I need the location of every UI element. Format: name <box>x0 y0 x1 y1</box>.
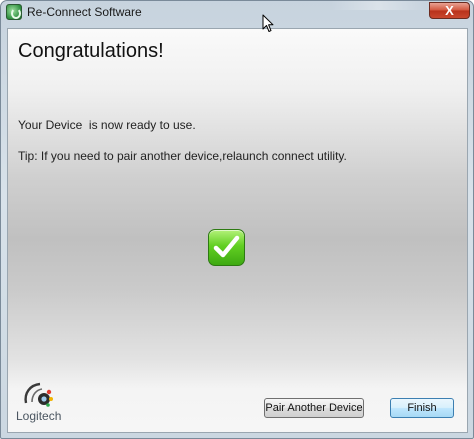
mouse-cursor-icon <box>262 14 274 32</box>
logitech-wordmark: Logitech <box>16 409 62 423</box>
dialog-window: Re-Connect Software X Congratulations! Y… <box>0 0 474 439</box>
pair-another-device-button[interactable]: Pair Another Device <box>264 398 364 418</box>
title-bar[interactable]: Re-Connect Software X <box>1 1 473 25</box>
ready-message: Your Device is now ready to use. <box>18 118 196 132</box>
close-icon: X <box>445 3 454 18</box>
page-title: Congratulations! <box>18 40 164 62</box>
close-button[interactable]: X <box>429 2 470 19</box>
checkmark-icon <box>208 229 245 266</box>
tip-message: Tip: If you need to pair another device,… <box>18 149 347 163</box>
title-bar-highlight <box>331 1 426 10</box>
window-title: Re-Connect Software <box>27 5 142 19</box>
logitech-logo-icon <box>24 382 53 407</box>
finish-button[interactable]: Finish <box>390 398 454 418</box>
app-icon <box>6 4 22 20</box>
content-panel: Congratulations! Your Device is now read… <box>7 28 468 433</box>
